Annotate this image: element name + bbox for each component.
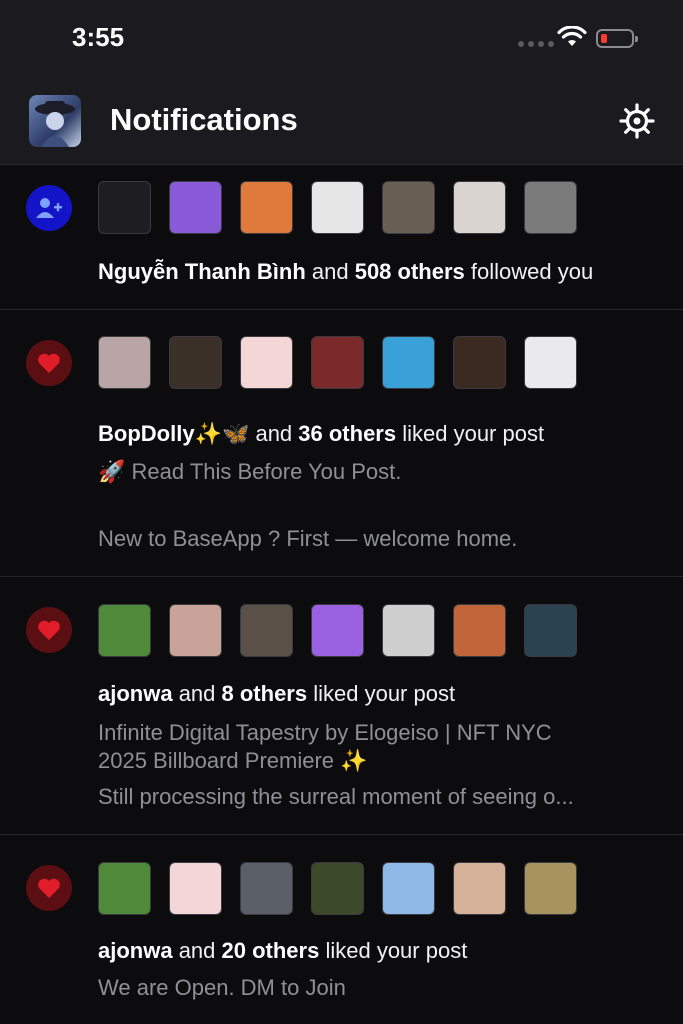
notification-follow[interactable]: Nguyễn Thanh Bình and 508 others followe… xyxy=(0,164,683,310)
battery-icon xyxy=(596,29,638,48)
wifi-icon xyxy=(557,26,587,46)
avatar-row xyxy=(98,181,577,234)
app-header: Notifications xyxy=(0,80,683,165)
avatar[interactable] xyxy=(311,604,364,657)
avatar[interactable] xyxy=(98,181,151,234)
avatar[interactable] xyxy=(311,181,364,234)
avatar[interactable] xyxy=(169,604,222,657)
post-preview-line[interactable]: Still processing the surreal moment of s… xyxy=(98,783,574,811)
avatar[interactable] xyxy=(311,336,364,389)
post-preview-line[interactable]: We are Open. DM to Join xyxy=(98,974,346,1002)
avatar[interactable] xyxy=(382,862,435,915)
avatar[interactable] xyxy=(524,336,577,389)
post-preview-line[interactable]: Infinite Digital Tapestry by Elogeiso | … xyxy=(98,719,552,747)
avatar[interactable] xyxy=(382,336,435,389)
actor-name[interactable]: BopDolly✨🦋 xyxy=(98,421,249,446)
avatar[interactable] xyxy=(453,862,506,915)
avatar[interactable] xyxy=(453,181,506,234)
post-preview-line[interactable]: 2025 Billboard Premiere ✨ xyxy=(98,747,368,775)
avatar[interactable] xyxy=(98,336,151,389)
avatar[interactable] xyxy=(311,862,364,915)
others-count[interactable]: 8 others xyxy=(222,681,308,706)
status-bar: 3:55 xyxy=(0,0,683,80)
avatar[interactable] xyxy=(524,862,577,915)
post-preview-line[interactable]: New to BaseApp ? First — welcome home. xyxy=(98,525,517,553)
others-count[interactable]: 508 others xyxy=(355,259,465,284)
actor-name[interactable]: Nguyễn Thanh Bình xyxy=(98,259,306,284)
settings-gear-icon[interactable] xyxy=(618,102,656,140)
avatar[interactable] xyxy=(382,181,435,234)
avatar[interactable] xyxy=(382,604,435,657)
follow-person-add-icon xyxy=(26,185,72,231)
avatar[interactable] xyxy=(240,336,293,389)
status-time: 3:55 xyxy=(72,22,125,52)
post-preview-line[interactable]: 🚀 Read This Before You Post. xyxy=(98,458,401,486)
notification-text: ajonwa and 20 others liked your post xyxy=(98,938,468,963)
notification-text: ajonwa and 8 others liked your post xyxy=(98,681,456,706)
profile-avatar[interactable] xyxy=(29,95,81,147)
avatar[interactable] xyxy=(169,336,222,389)
avatar[interactable] xyxy=(453,604,506,657)
heart-icon xyxy=(26,340,72,386)
notification-like[interactable]: ajonwa and 20 others liked your post We … xyxy=(0,835,683,1024)
avatar[interactable] xyxy=(240,181,293,234)
avatar-row xyxy=(98,862,577,915)
avatar[interactable] xyxy=(453,336,506,389)
avatar[interactable] xyxy=(240,604,293,657)
notification-text: Nguyễn Thanh Bình and 508 others followe… xyxy=(98,259,594,284)
avatar[interactable] xyxy=(98,604,151,657)
others-count[interactable]: 36 others xyxy=(298,421,396,446)
heart-icon xyxy=(26,865,72,911)
avatar[interactable] xyxy=(98,862,151,915)
avatar[interactable] xyxy=(524,181,577,234)
avatar-row xyxy=(98,336,577,389)
notification-text: BopDolly✨🦋 and 36 others liked your post xyxy=(98,421,545,446)
avatar[interactable] xyxy=(169,181,222,234)
actor-name[interactable]: ajonwa xyxy=(98,681,173,706)
notification-like[interactable]: ajonwa and 8 others liked your post Infi… xyxy=(0,577,683,835)
notification-like[interactable]: BopDolly✨🦋 and 36 others liked your post… xyxy=(0,310,683,577)
avatar[interactable] xyxy=(524,604,577,657)
page-title: Notifications xyxy=(110,102,298,137)
others-count[interactable]: 20 others xyxy=(222,938,320,963)
heart-icon xyxy=(26,607,72,653)
avatar[interactable] xyxy=(169,862,222,915)
avatar[interactable] xyxy=(240,862,293,915)
cellular-signal-icon xyxy=(518,41,554,47)
actor-name[interactable]: ajonwa xyxy=(98,938,173,963)
avatar-row xyxy=(98,604,577,657)
